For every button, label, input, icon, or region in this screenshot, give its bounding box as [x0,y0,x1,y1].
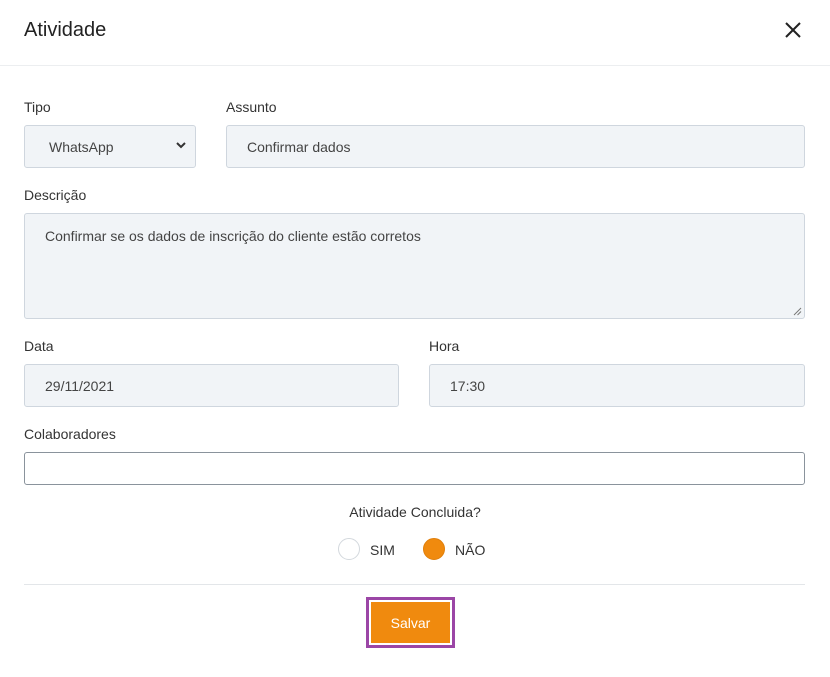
radio-nao-label: NÃO [455,542,486,558]
chevron-down-icon [176,142,186,149]
resize-handle-icon[interactable] [793,307,802,316]
tipo-value: WhatsApp [49,138,114,155]
assunto-label: Assunto [226,99,277,115]
descricao-textarea[interactable]: Confirmar se os dados de inscrição do cl… [24,213,805,319]
radio-nao[interactable] [423,538,445,560]
dialog-title: Atividade [24,19,107,41]
hora-value: 17:30 [450,377,486,394]
dialog-header: Atividade [0,0,830,66]
footer-divider [24,584,805,585]
data-value: 29/11/2021 [45,377,115,394]
hora-label: Hora [429,338,460,354]
colaboradores-input[interactable] [24,452,805,485]
colaboradores-label: Colaboradores [24,426,116,442]
assunto-input[interactable]: Confirmar dados [226,125,805,168]
hora-input[interactable]: 17:30 [429,364,805,407]
data-input[interactable]: 29/11/2021 [24,364,399,407]
tipo-select[interactable]: WhatsApp [24,125,196,168]
descricao-value: Confirmar se os dados de inscrição do cl… [45,228,421,244]
save-button[interactable]: Salvar [371,602,450,643]
tipo-label: Tipo [24,99,51,115]
data-label: Data [24,338,54,354]
radio-sim-label: SIM [370,542,395,558]
assunto-value: Confirmar dados [247,138,351,155]
descricao-label: Descrição [24,187,87,203]
radio-sim[interactable] [338,538,360,560]
close-icon[interactable] [780,17,806,43]
concluida-question: Atividade Concluida? [349,504,481,520]
